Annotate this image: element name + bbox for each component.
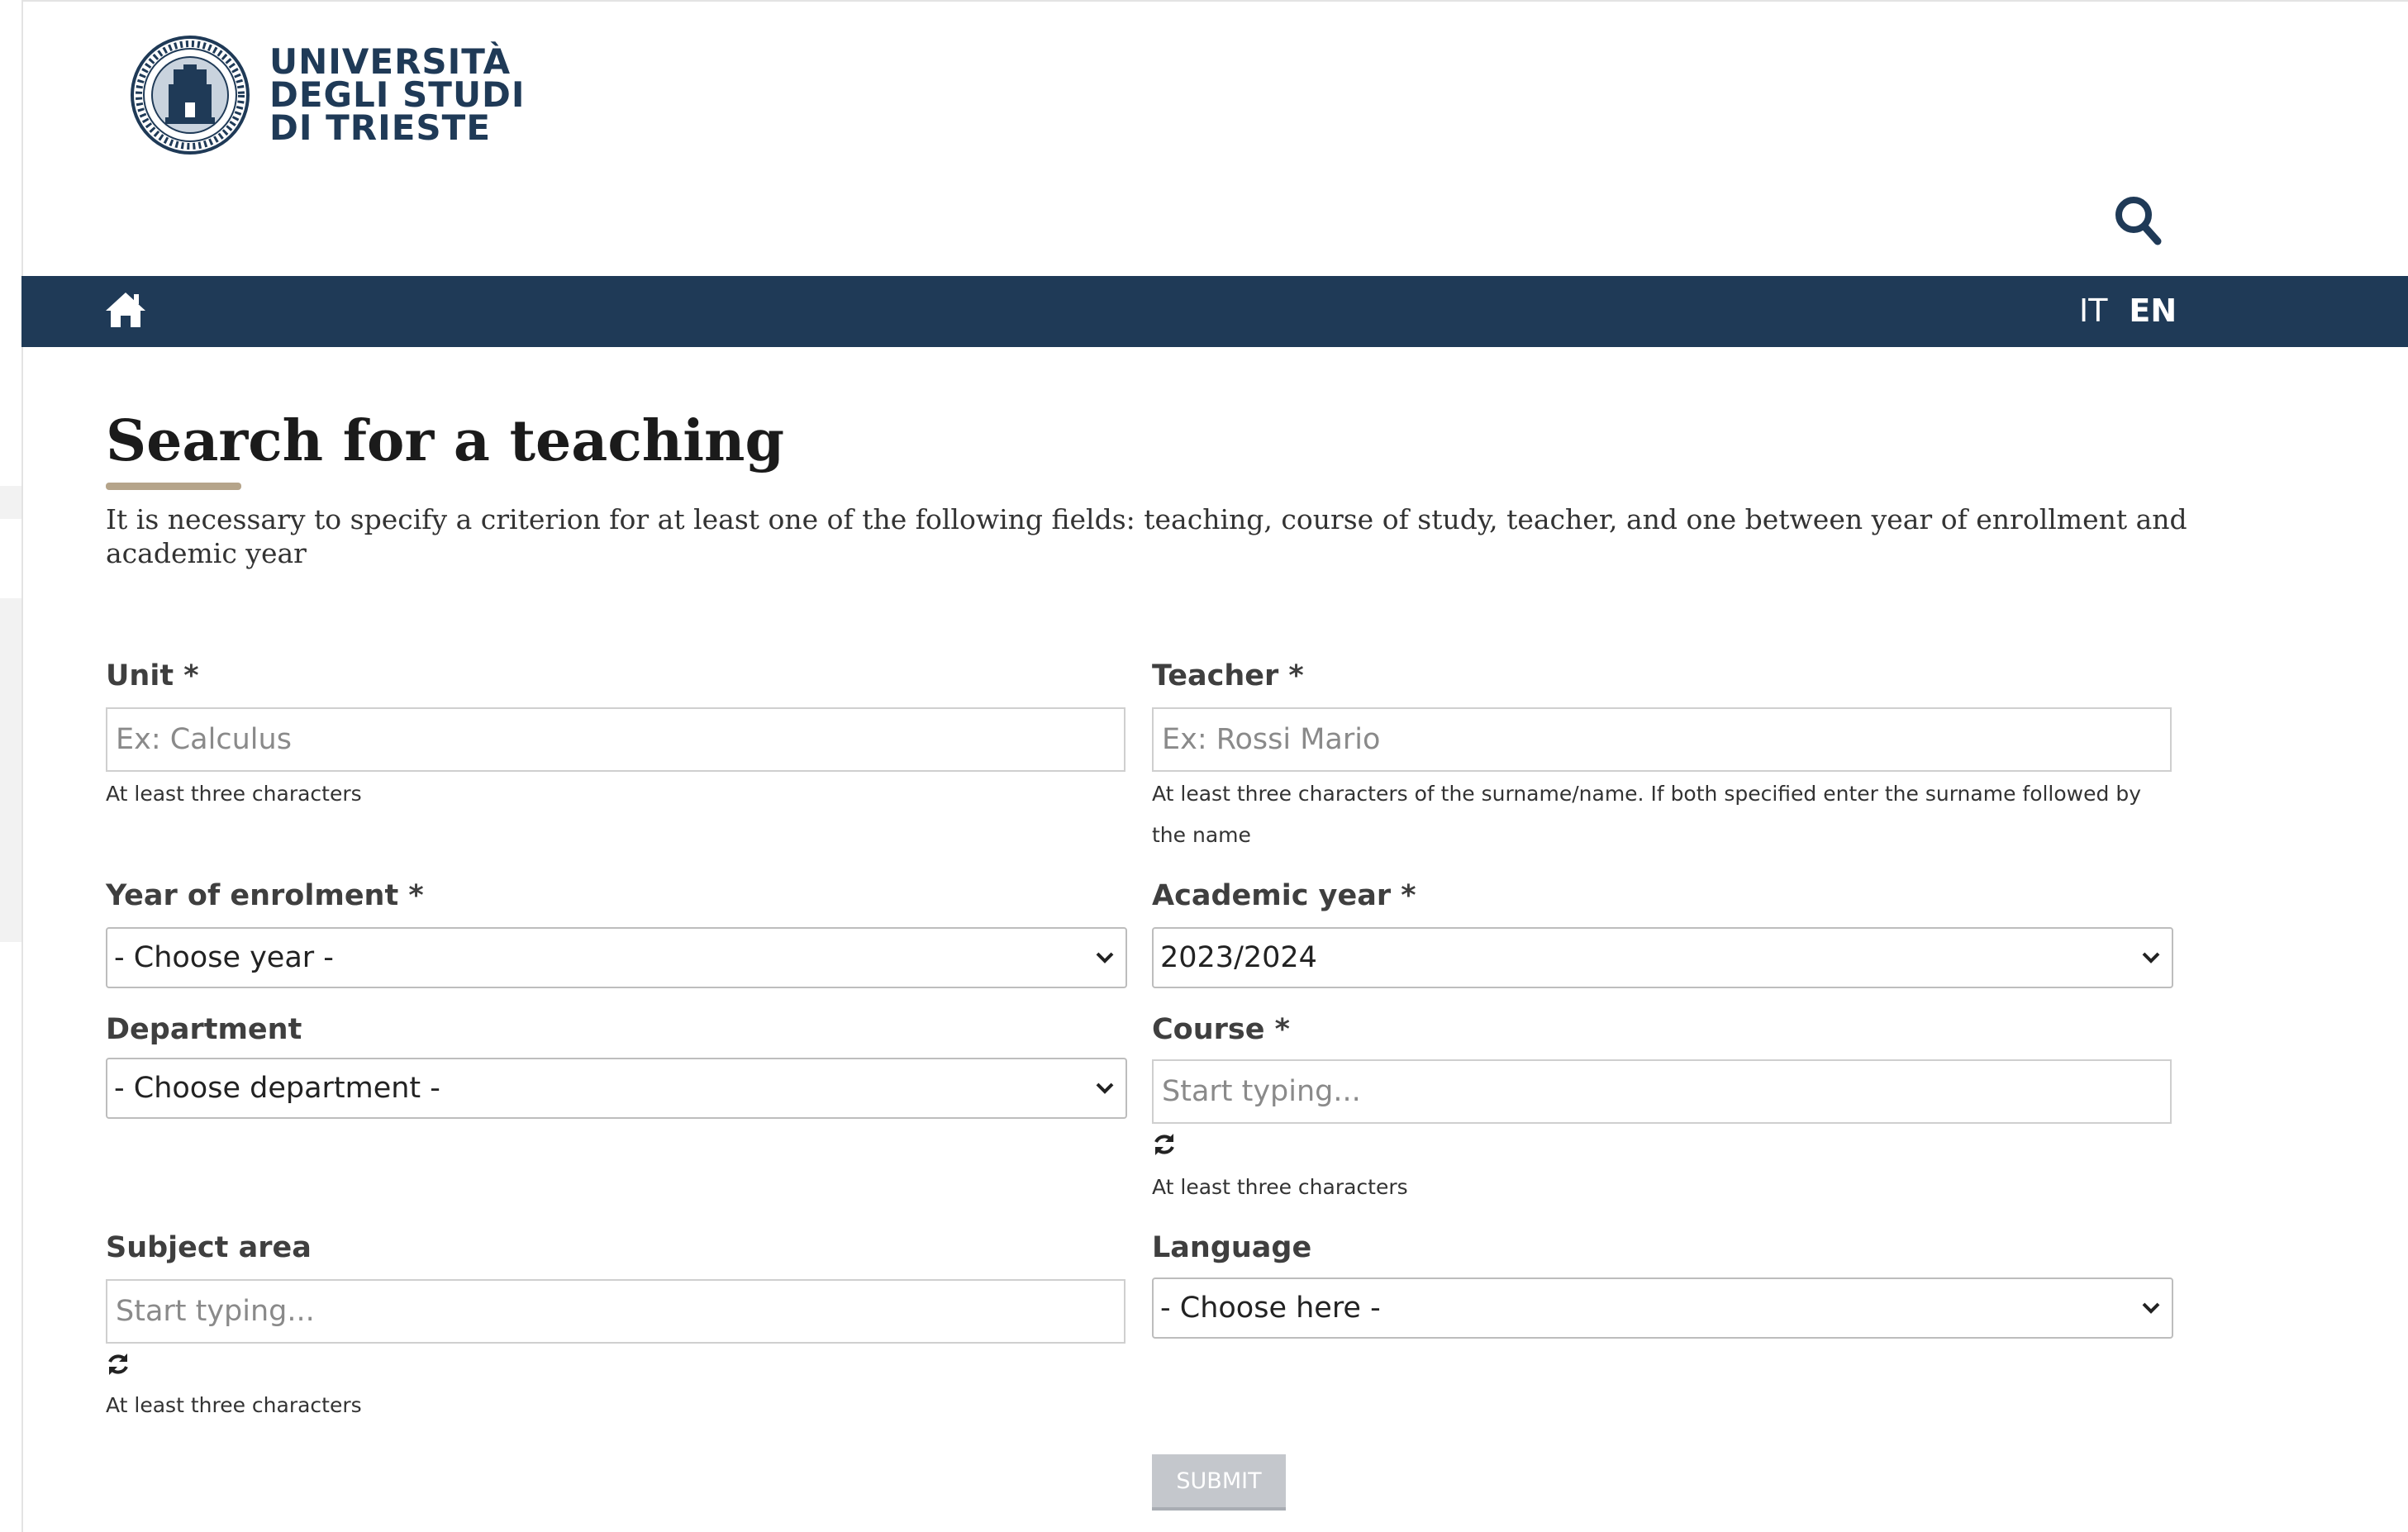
language-en-link[interactable]: EN	[2129, 293, 2177, 329]
logo-line: UNIVERSITÀ	[269, 41, 512, 82]
background-strip	[0, 598, 21, 942]
home-icon[interactable]	[104, 291, 147, 329]
year-of-enrolment-select[interactable]: - Choose year -	[106, 927, 1127, 988]
department-select[interactable]: - Choose department -	[106, 1058, 1127, 1119]
chevron-down-icon	[1096, 1082, 1114, 1094]
year-of-enrolment-label: Year of enrolment *	[106, 879, 424, 912]
language-label: Language	[1152, 1231, 1312, 1264]
university-seal-icon	[131, 36, 250, 155]
language-switcher: IT EN	[2079, 293, 2177, 329]
department-label: Department	[106, 1013, 302, 1046]
unit-input[interactable]	[106, 707, 1125, 772]
refresh-icon[interactable]	[1152, 1132, 1177, 1157]
course-input[interactable]	[1152, 1059, 2172, 1124]
search-icon[interactable]	[2114, 195, 2162, 246]
logo-line: DEGLI STUDI	[269, 74, 526, 115]
academic-year-label: Academic year *	[1152, 879, 1416, 912]
year-of-enrolment-value: - Choose year -	[114, 941, 334, 974]
unit-label: Unit *	[106, 659, 199, 692]
intro-text: It is necessary to specify a criterion f…	[106, 503, 2187, 569]
language-value: - Choose here -	[1160, 1292, 1381, 1325]
page-title: Search for a teaching	[106, 408, 785, 474]
course-help: At least three characters	[1152, 1175, 1408, 1199]
teacher-input[interactable]	[1152, 707, 2172, 772]
logo-line: DI TRIESTE	[269, 107, 492, 148]
subject-area-input[interactable]	[106, 1279, 1125, 1344]
chevron-down-icon	[2142, 1302, 2160, 1314]
unit-help: At least three characters	[106, 782, 362, 806]
language-it-link[interactable]: IT	[2079, 293, 2107, 329]
title-underline	[106, 483, 241, 490]
subject-area-label: Subject area	[106, 1231, 312, 1264]
refresh-icon[interactable]	[106, 1352, 131, 1377]
subject-area-help: At least three characters	[106, 1393, 362, 1417]
department-value: - Choose department -	[114, 1072, 440, 1105]
chevron-down-icon	[1096, 952, 1114, 963]
chevron-down-icon	[2142, 952, 2160, 963]
university-logo[interactable]: UNIVERSITÀ DEGLI STUDI DI TRIESTE	[129, 31, 526, 159]
teacher-label: Teacher *	[1152, 659, 1304, 692]
academic-year-select[interactable]: 2023/2024	[1152, 927, 2173, 988]
academic-year-value: 2023/2024	[1160, 941, 1317, 974]
language-select[interactable]: - Choose here -	[1152, 1277, 2173, 1339]
background-strip	[0, 486, 21, 519]
submit-button[interactable]: SUBMIT	[1152, 1454, 1286, 1511]
course-label: Course *	[1152, 1013, 1290, 1046]
teacher-help: At least three characters of the surname…	[1152, 782, 2141, 847]
university-name: UNIVERSITÀ DEGLI STUDI DI TRIESTE	[269, 45, 526, 145]
main-navbar: IT EN	[21, 276, 2408, 347]
